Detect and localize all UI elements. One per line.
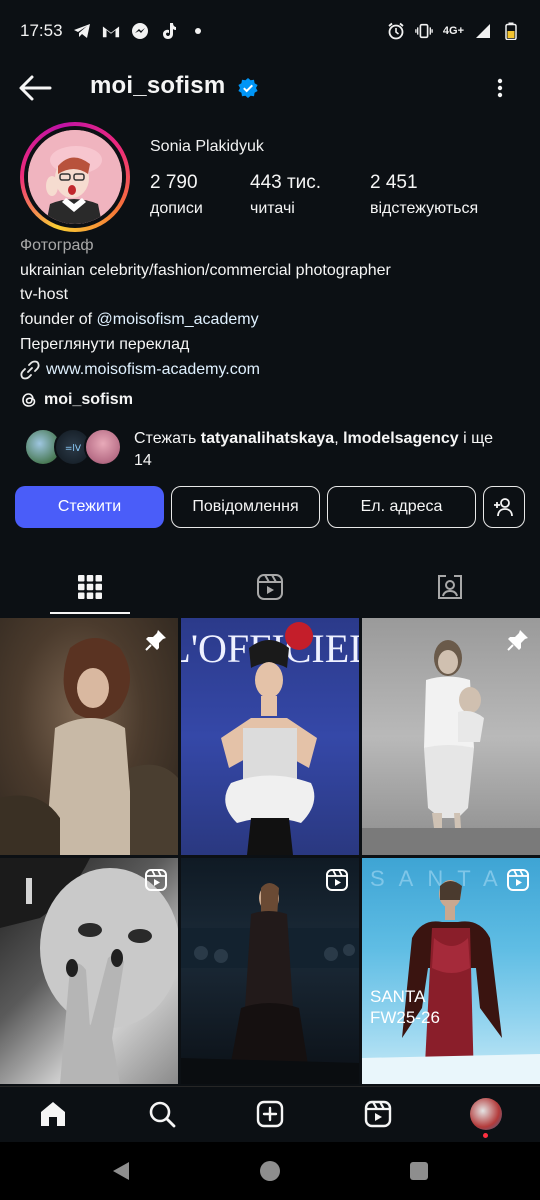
system-home-icon[interactable] <box>259 1160 281 1182</box>
status-bar: 17:53 4G+ <box>0 0 540 62</box>
post-caption-overlay: SANTA FW25-26 <box>370 986 440 1028</box>
post-thumbnail <box>0 638 178 855</box>
bio-line: tv-host <box>20 286 69 304</box>
following-count[interactable]: 2 451 відстежуються <box>370 172 478 218</box>
gmail-icon <box>102 22 120 40</box>
avatar-photo <box>28 130 122 224</box>
posts-count-label: дописи <box>150 200 203 217</box>
see-translation-link[interactable]: Переглянути переклад <box>20 333 530 358</box>
bio-text: founder of <box>20 311 97 329</box>
grid-post[interactable]: SANTA SANTA FW25-26 <box>362 858 540 1084</box>
reels-nav-icon[interactable] <box>363 1099 393 1129</box>
network-label: 4G+ <box>442 25 464 37</box>
followed-by-text: Стежать tatyanalihatskaya, lmodelsagency… <box>134 430 494 469</box>
posts-grid: L'OFFICIEL <box>0 618 540 1084</box>
tagged-icon <box>438 575 462 599</box>
signal-icon <box>474 22 492 40</box>
alarm-icon <box>387 22 405 40</box>
svg-text:=lV: =lV <box>65 444 82 454</box>
profile-full-name: Sonia Plakidyuk <box>150 138 264 155</box>
post-thumbnail <box>362 640 540 855</box>
overlay-line: FW25-26 <box>370 1008 440 1027</box>
active-tab-indicator <box>50 612 130 614</box>
posts-count-value: 2 790 <box>150 172 198 193</box>
add-person-icon <box>494 498 513 517</box>
threads-icon <box>22 393 36 407</box>
reel-badge-icon <box>326 869 348 891</box>
follow-button[interactable]: Стежити <box>15 486 164 528</box>
back-arrow-icon[interactable] <box>18 74 52 102</box>
system-recents-icon[interactable] <box>409 1161 429 1181</box>
battery-icon <box>502 22 520 40</box>
more-options-icon[interactable] <box>490 76 510 100</box>
link-icon <box>20 360 40 380</box>
system-back-icon[interactable] <box>110 1160 132 1182</box>
following-count-value: 2 451 <box>370 172 418 193</box>
threads-handle: moi_sofism <box>44 391 133 408</box>
website-link[interactable]: www.moisofism-academy.com <box>20 358 530 383</box>
suggested-users-button[interactable] <box>483 486 525 528</box>
grid-post[interactable] <box>0 618 178 855</box>
threads-badge[interactable]: moi_sofism <box>20 391 133 409</box>
followers-count-value: 443 тис. <box>250 172 322 193</box>
bio-line: ukrainian celebrity/fashion/commercial p… <box>20 261 391 279</box>
following-count-label: відстежуються <box>370 200 479 217</box>
bottom-navigation <box>0 1086 540 1142</box>
followers-count-label: читачі <box>250 200 295 217</box>
system-navigation-bar <box>0 1142 540 1200</box>
create-icon[interactable] <box>255 1099 285 1129</box>
overlay-line: SANTA <box>370 987 426 1006</box>
bio-mention-link[interactable]: @moisofism_academy <box>97 311 259 328</box>
verified-badge-icon <box>238 78 258 98</box>
vibrate-icon <box>415 22 433 40</box>
tab-posts-grid[interactable] <box>0 560 180 614</box>
tab-tagged[interactable] <box>360 560 540 614</box>
mutual-avatar <box>84 428 122 466</box>
notification-dot <box>483 1133 488 1138</box>
telegram-icon <box>73 22 91 40</box>
profile-avatar[interactable] <box>20 122 130 232</box>
home-icon[interactable] <box>38 1099 68 1129</box>
followed-by-row[interactable]: =lV Стежать tatyanalihatskaya, lmodelsag… <box>24 426 530 472</box>
profile-header: moi_sofism <box>0 62 540 114</box>
reel-badge-icon <box>507 869 529 891</box>
website-url: www.moisofism-academy.com <box>46 360 260 378</box>
reels-icon <box>257 574 283 600</box>
pinned-icon <box>507 630 528 651</box>
grid-post[interactable]: L'OFFICIEL <box>181 618 359 855</box>
tiktok-icon <box>160 22 178 40</box>
pinned-icon <box>145 630 166 651</box>
profile-tabs <box>0 560 540 616</box>
profile-avatar-nav[interactable] <box>470 1098 502 1130</box>
mutual-user-link[interactable]: tatyanalihatskaya <box>201 430 334 447</box>
messenger-icon <box>131 22 149 40</box>
grid-icon <box>78 575 102 599</box>
message-button[interactable]: Повідомлення <box>171 486 320 528</box>
bio-line: founder of @moisofism_academy <box>20 308 530 333</box>
search-icon[interactable] <box>147 1099 177 1129</box>
profile-category: Фотограф <box>20 237 94 254</box>
grid-post[interactable] <box>181 858 359 1084</box>
reel-badge-icon <box>145 869 167 891</box>
mutual-user-link[interactable]: lmodelsagency <box>343 430 459 447</box>
email-button[interactable]: Ел. адреса <box>327 486 476 528</box>
followers-count[interactable]: 443 тис. читачі <box>250 172 321 218</box>
profile-username: moi_sofism <box>90 72 226 99</box>
tab-reels[interactable] <box>180 560 360 614</box>
post-thumbnail: L'OFFICIEL <box>181 622 359 855</box>
posts-count[interactable]: 2 790 дописи <box>150 172 203 218</box>
grid-post[interactable] <box>362 618 540 855</box>
dot-icon <box>189 22 207 40</box>
grid-post[interactable] <box>0 858 178 1084</box>
profile-bio: Фотограф ukrainian celebrity/fashion/com… <box>20 234 530 382</box>
status-time: 17:53 <box>20 21 63 40</box>
